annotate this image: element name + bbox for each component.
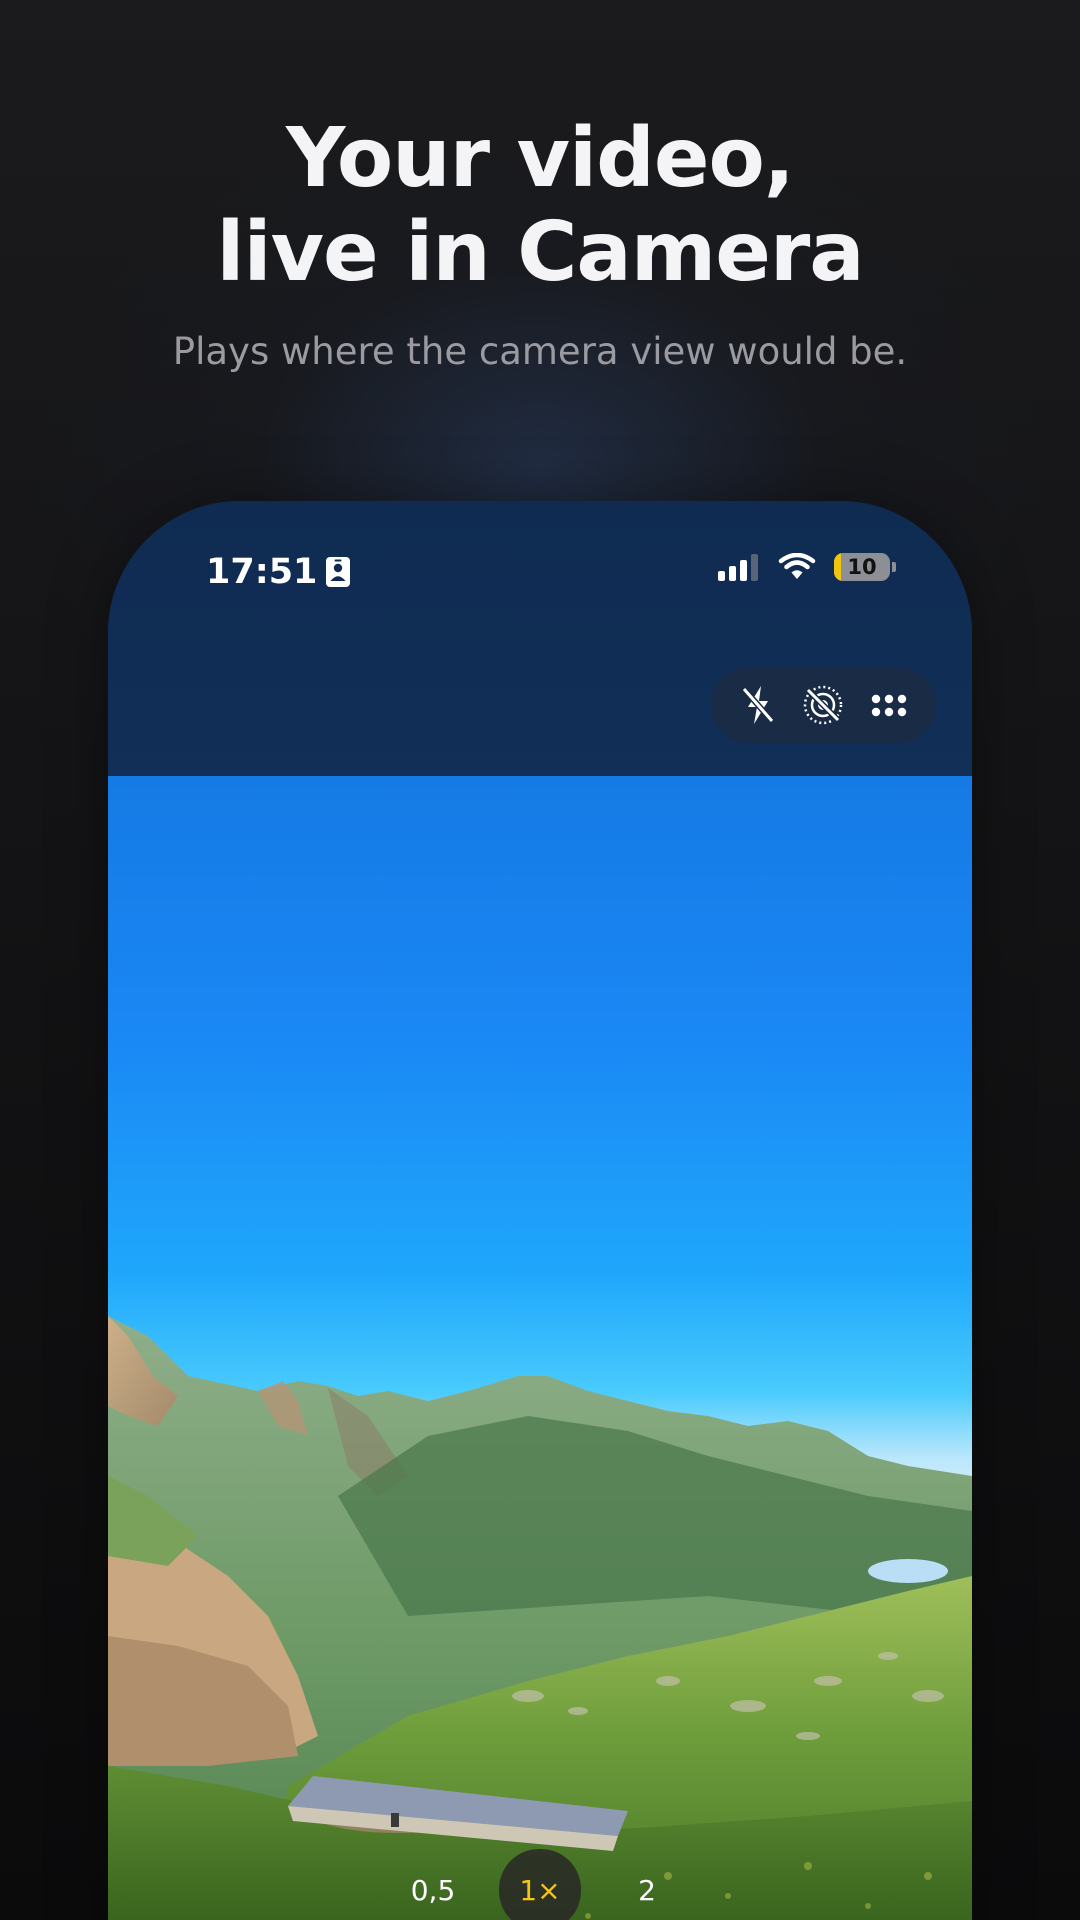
camera-controls-pill	[711, 667, 936, 743]
live-photo-toggle-button[interactable]	[797, 679, 849, 731]
live-photo-off-icon	[804, 685, 843, 725]
flash-off-icon	[741, 686, 775, 724]
more-options-button[interactable]	[863, 679, 915, 731]
landscape-video-frame	[108, 776, 972, 1920]
zoom-selector: 0,5 1× 2	[108, 1849, 972, 1920]
headline: Your video, live in Camera	[0, 112, 1080, 300]
more-icon	[871, 694, 907, 717]
time-label: 17:51	[206, 552, 318, 592]
battery-level: 10	[847, 555, 877, 579]
status-bar-time: 17:51	[206, 549, 351, 595]
flash-toggle-button[interactable]	[732, 679, 784, 731]
headline-line-1: Your video,	[286, 111, 795, 206]
page: Your video, live in Camera Plays where t…	[0, 0, 1080, 1920]
status-bar-indicators: 10	[718, 553, 896, 581]
battery-indicator: 10	[834, 553, 890, 581]
phone-mockup: 17:51 10 0,5 1× 2	[108, 501, 972, 1920]
cellular-signal-icon	[718, 554, 758, 581]
camera-video-view[interactable]: 0,5 1× 2	[108, 776, 972, 1920]
zoom-0-5-button[interactable]: 0,5	[393, 1850, 473, 1920]
zoom-1x-button[interactable]: 1×	[499, 1849, 581, 1920]
zoom-2-button[interactable]: 2	[607, 1850, 687, 1920]
subtitle: Plays where the camera view would be.	[172, 330, 908, 373]
battery-nub	[892, 562, 896, 572]
battery-fill	[834, 553, 841, 581]
focus-mode-icon	[326, 557, 351, 587]
headline-line-2: live in Camera	[216, 205, 864, 300]
wifi-icon	[778, 553, 816, 579]
camera-top-bar: 17:51 10	[108, 501, 972, 776]
